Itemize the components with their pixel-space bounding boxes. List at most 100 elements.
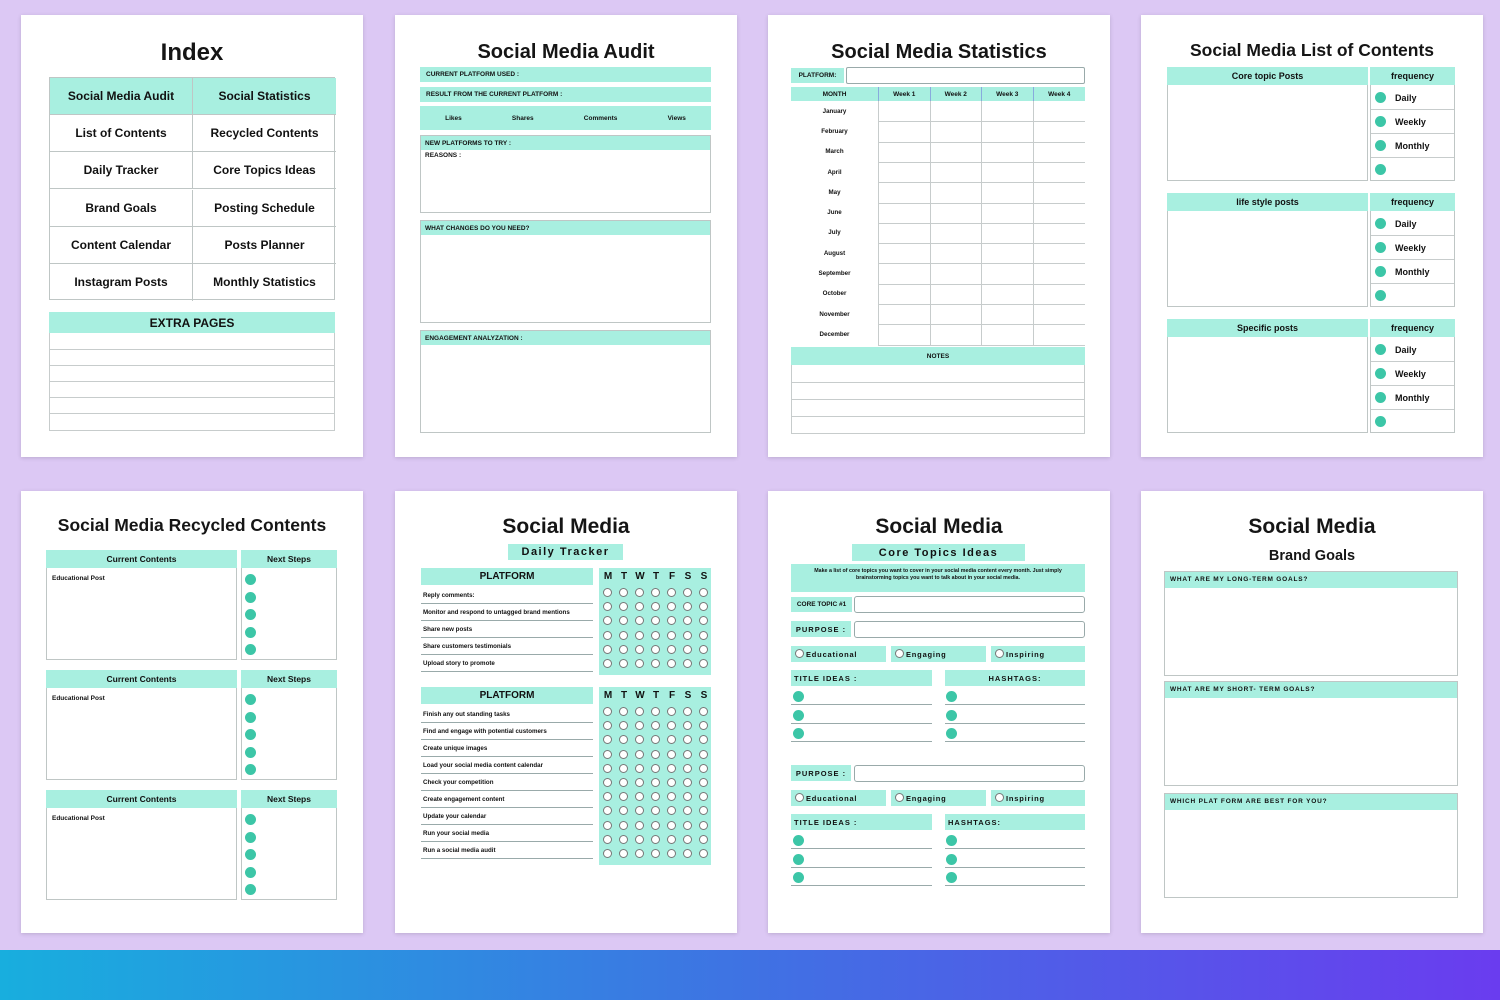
step-dot-icon[interactable]	[245, 746, 256, 758]
check-circle-icon[interactable]	[603, 749, 612, 759]
check-circle-icon[interactable]	[635, 588, 644, 597]
step-dot-icon[interactable]	[245, 866, 256, 878]
index-cell[interactable]: Daily Tracker	[50, 152, 193, 190]
check-circle-icon[interactable]	[683, 659, 692, 668]
check-circle-icon[interactable]	[667, 659, 676, 668]
check-circle-icon[interactable]	[603, 778, 612, 787]
radio-dot-icon[interactable]	[1375, 242, 1386, 253]
radio-dot-icon[interactable]	[1375, 416, 1386, 427]
check-circle-icon[interactable]	[619, 659, 628, 668]
check-circle-icon[interactable]	[619, 820, 628, 830]
step-dot-icon[interactable]	[245, 849, 256, 860]
check-circle-icon[interactable]	[699, 763, 708, 773]
step-dot-icon[interactable]	[245, 694, 256, 705]
hashtag-dot-icon[interactable]	[946, 709, 957, 721]
idea-dot-icon[interactable]	[793, 872, 804, 883]
check-circle-icon[interactable]	[683, 602, 692, 612]
index-cell[interactable]: Social Statistics	[193, 78, 336, 116]
check-circle-icon[interactable]	[651, 721, 660, 731]
check-circle-icon[interactable]	[683, 820, 692, 830]
check-circle-icon[interactable]	[699, 644, 708, 654]
check-circle-icon[interactable]	[651, 735, 660, 745]
check-circle-icon[interactable]	[619, 602, 628, 612]
index-cell[interactable]: Recycled Contents	[193, 115, 336, 153]
step-dot-icon[interactable]	[245, 626, 256, 638]
check-circle-icon[interactable]	[699, 707, 708, 716]
check-circle-icon[interactable]	[651, 792, 660, 802]
index-cell[interactable]: List of Contents	[50, 115, 193, 153]
short-term-goals-box[interactable]: WHAT ARE MY SHORT- TERM GOALS?	[1164, 681, 1458, 786]
hashtag-dot-icon[interactable]	[946, 728, 957, 739]
check-circle-icon[interactable]	[603, 820, 612, 830]
step-dot-icon[interactable]	[245, 591, 256, 603]
radio-dot-icon[interactable]	[1375, 164, 1386, 175]
check-circle-icon[interactable]	[651, 659, 660, 668]
hashtag-dot-icon[interactable]	[946, 691, 957, 702]
check-circle-icon[interactable]	[619, 735, 628, 745]
check-circle-icon[interactable]	[683, 749, 692, 759]
index-cell[interactable]: Core Topics Ideas	[193, 152, 336, 190]
check-circle-icon[interactable]	[603, 644, 612, 654]
check-circle-icon[interactable]	[699, 834, 708, 844]
radio-circle-icon[interactable]	[895, 793, 904, 802]
check-circle-icon[interactable]	[699, 849, 708, 858]
check-circle-icon[interactable]	[667, 721, 676, 731]
result-field[interactable]: RESULT FROM THE CURRENT PLATFORM :	[420, 87, 711, 102]
check-circle-icon[interactable]	[667, 616, 676, 626]
step-dot-icon[interactable]	[245, 644, 256, 655]
radio-dot-icon[interactable]	[1375, 92, 1386, 103]
check-circle-icon[interactable]	[667, 735, 676, 745]
idea-dot-icon[interactable]	[793, 853, 804, 865]
check-circle-icon[interactable]	[635, 778, 644, 787]
check-circle-icon[interactable]	[635, 792, 644, 802]
check-circle-icon[interactable]	[619, 644, 628, 654]
index-cell[interactable]: Content Calendar	[50, 226, 193, 264]
check-circle-icon[interactable]	[699, 721, 708, 731]
check-circle-icon[interactable]	[619, 616, 628, 626]
check-circle-icon[interactable]	[635, 602, 644, 612]
check-circle-icon[interactable]	[651, 763, 660, 773]
step-dot-icon[interactable]	[245, 884, 256, 895]
check-circle-icon[interactable]	[651, 630, 660, 640]
radio-circle-icon[interactable]	[895, 649, 904, 658]
check-circle-icon[interactable]	[651, 616, 660, 626]
new-platforms-box[interactable]: NEW PLATFORMS TO TRY : REASONS :	[420, 135, 711, 213]
idea-dot-icon[interactable]	[793, 709, 804, 721]
check-circle-icon[interactable]	[603, 659, 612, 668]
radio-circle-icon[interactable]	[795, 649, 804, 658]
check-circle-icon[interactable]	[699, 616, 708, 626]
radio-dot-icon[interactable]	[1375, 392, 1386, 403]
check-circle-icon[interactable]	[651, 644, 660, 654]
check-circle-icon[interactable]	[667, 820, 676, 830]
check-circle-icon[interactable]	[699, 630, 708, 640]
index-cell[interactable]: Instagram Posts	[50, 263, 193, 301]
check-circle-icon[interactable]	[651, 749, 660, 759]
changes-box[interactable]: WHAT CHANGES DO YOU NEED?	[420, 220, 711, 323]
check-circle-icon[interactable]	[667, 588, 676, 597]
check-circle-icon[interactable]	[635, 749, 644, 759]
check-circle-icon[interactable]	[699, 735, 708, 745]
check-circle-icon[interactable]	[651, 849, 660, 858]
purpose-choice[interactable]: Educational	[791, 646, 886, 662]
check-circle-icon[interactable]	[667, 806, 676, 816]
check-circle-icon[interactable]	[651, 588, 660, 597]
check-circle-icon[interactable]	[603, 806, 612, 816]
check-circle-icon[interactable]	[635, 630, 644, 640]
check-circle-icon[interactable]	[683, 849, 692, 858]
radio-dot-icon[interactable]	[1375, 368, 1386, 379]
check-circle-icon[interactable]	[635, 820, 644, 830]
check-circle-icon[interactable]	[635, 849, 644, 858]
check-circle-icon[interactable]	[699, 602, 708, 612]
purpose-choice[interactable]: Engaging	[891, 646, 986, 662]
step-dot-icon[interactable]	[245, 609, 256, 620]
check-circle-icon[interactable]	[635, 616, 644, 626]
check-circle-icon[interactable]	[667, 778, 676, 787]
index-cell[interactable]: Posting Schedule	[193, 190, 336, 227]
platform-used-field[interactable]: CURRENT PLATFORM USED :	[420, 67, 711, 82]
purpose-choice[interactable]: Inspiring	[991, 646, 1085, 662]
radio-dot-icon[interactable]	[1375, 344, 1386, 355]
radio-dot-icon[interactable]	[1375, 266, 1386, 277]
check-circle-icon[interactable]	[651, 707, 660, 716]
check-circle-icon[interactable]	[635, 659, 644, 668]
check-circle-icon[interactable]	[619, 749, 628, 759]
